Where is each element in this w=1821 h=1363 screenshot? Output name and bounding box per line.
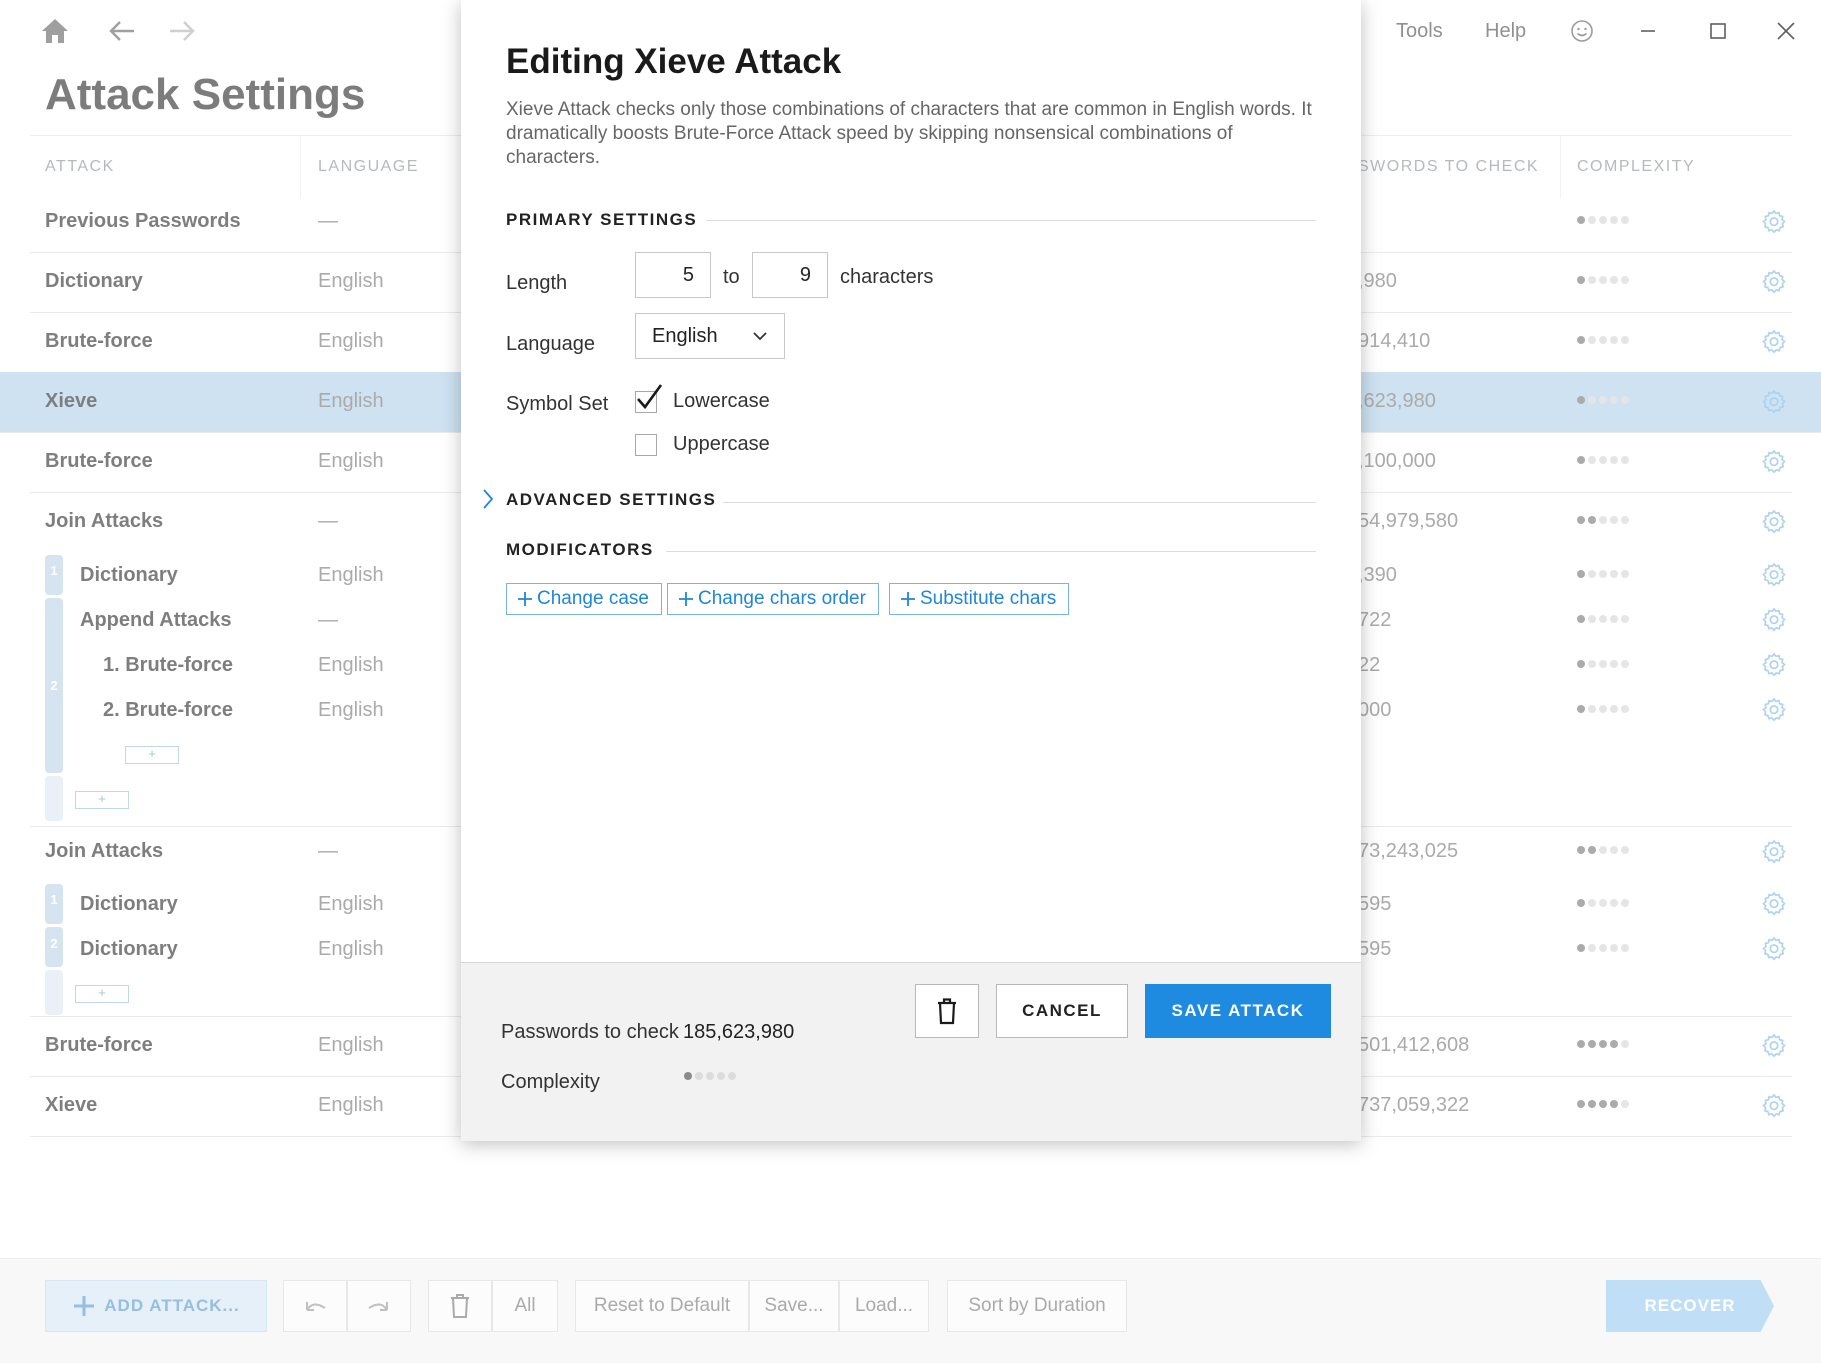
complexity-dot [684,1072,692,1080]
change-case-label: Change case [537,588,649,609]
complexity-dot [717,1072,725,1080]
complexity-dots [684,1072,736,1080]
section-divider [666,551,1316,552]
change-chars-order-button[interactable]: Change chars order [667,583,879,615]
substitute-chars-button[interactable]: Substitute chars [889,583,1070,615]
edit-attack-dialog: Editing Xieve Attack Xieve Attack checks… [461,0,1361,1141]
checkmark-icon [637,384,663,410]
lowercase-label[interactable]: Lowercase [673,390,770,413]
language-label: Language [506,333,595,355]
language-select-value: English [652,325,718,347]
trash-icon [938,998,956,1025]
change-chars-order-label: Change chars order [698,588,866,609]
dialog-description: Xieve Attack checks only those combinati… [506,99,1312,168]
chevron-right-icon[interactable] [481,488,495,510]
dialog-title: Editing Xieve Attack [506,42,842,81]
primary-settings-heading: PRIMARY SETTINGS [506,210,698,229]
length-to-text: to [723,266,740,288]
plus-icon [518,592,532,606]
modificators-heading: MODIFICATORS [506,540,654,559]
complexity-dot [706,1072,714,1080]
uppercase-label[interactable]: Uppercase [673,433,770,456]
language-select[interactable]: English [635,313,785,359]
advanced-settings-toggle[interactable]: ADVANCED SETTINGS [506,490,716,510]
dialog-footer: Passwords to check 185,623,980 Complexit… [461,962,1361,1141]
chevron-down-icon [753,332,767,341]
passwords-to-check-label: Passwords to check [501,1021,679,1043]
passwords-to-check-value: 185,623,980 [683,1021,795,1043]
length-max-input[interactable]: 9 [752,252,828,298]
length-label: Length [506,272,568,294]
complexity-dot [695,1072,703,1080]
section-divider [723,502,1316,503]
length-min-input[interactable]: 5 [635,252,711,298]
substitute-chars-label: Substitute chars [920,588,1057,609]
cancel-button[interactable]: CANCEL [996,984,1128,1038]
uppercase-checkbox[interactable] [635,434,657,456]
lowercase-checkbox[interactable] [635,384,663,413]
complexity-dot [728,1072,736,1080]
symbol-set-label: Symbol Set [506,393,609,415]
change-case-button[interactable]: Change case [506,583,662,615]
plus-icon [679,592,693,606]
complexity-label: Complexity [501,1071,600,1093]
length-unit-text: characters [840,266,934,288]
delete-attack-button[interactable] [915,984,979,1038]
section-divider [706,220,1316,221]
save-attack-button[interactable]: SAVE ATTACK [1145,984,1331,1038]
plus-icon [901,592,915,606]
